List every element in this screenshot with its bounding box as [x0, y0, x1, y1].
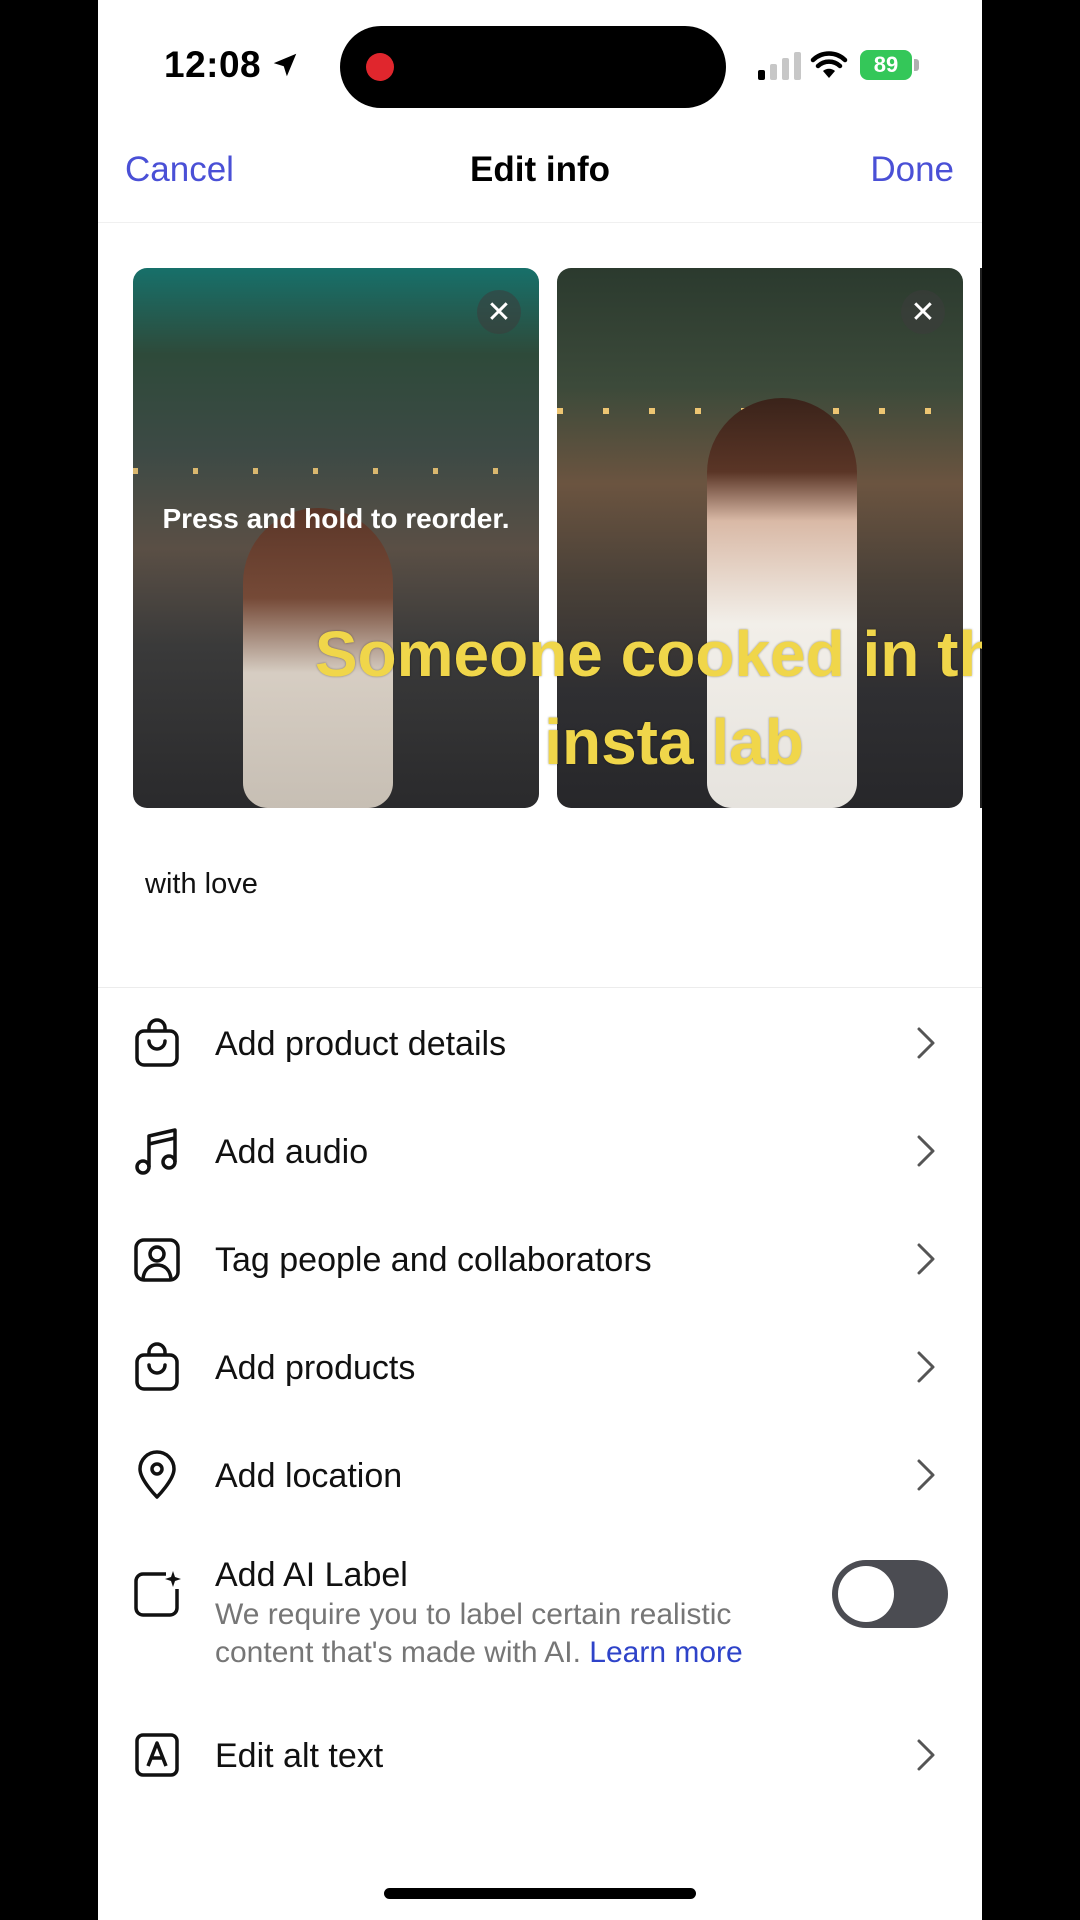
ai-label-description: We require you to label certain realisti…	[215, 1596, 755, 1672]
done-button[interactable]: Done	[870, 150, 954, 190]
wifi-icon	[810, 51, 848, 78]
alt-text-icon	[135, 1733, 179, 1777]
remove-media-button[interactable]: ✕	[477, 290, 521, 334]
shopping-bag-icon	[135, 1342, 179, 1391]
toggle-knob	[838, 1566, 894, 1622]
chevron-right-icon	[917, 1459, 935, 1491]
edit-info-screen: 12:08 89 Edit info Cancel Done ✕ Press a…	[98, 0, 982, 1920]
location-pin-icon	[138, 1450, 176, 1499]
battery-cap	[914, 59, 919, 71]
tag-people-row[interactable]: Tag people and collaborators	[98, 1209, 982, 1309]
ai-label-title: Add AI Label	[215, 1556, 408, 1594]
ai-label-toggle[interactable]	[832, 1560, 948, 1628]
video-text-overlay: Someone cooked in the insta lab	[314, 618, 982, 778]
row-label: Add audio	[215, 1133, 369, 1171]
string-lights	[133, 468, 539, 474]
shopping-bag-icon	[135, 1018, 179, 1067]
chevron-right-icon	[917, 1243, 935, 1275]
status-time: 12:08	[164, 44, 262, 85]
row-label: Edit alt text	[215, 1737, 384, 1775]
add-product-details-row[interactable]: Add product details	[98, 993, 982, 1093]
caption-divider	[98, 987, 982, 988]
row-label: Add location	[215, 1457, 403, 1495]
battery-indicator: 89	[860, 50, 912, 80]
nav-header: Edit info Cancel Done	[98, 130, 982, 222]
row-label: Tag people and collaborators	[215, 1241, 652, 1279]
add-audio-row[interactable]: Add audio	[98, 1101, 982, 1201]
recording-dot-icon	[366, 53, 394, 81]
tag-person-icon	[134, 1238, 180, 1282]
home-indicator	[384, 1888, 696, 1899]
remove-media-button[interactable]: ✕	[901, 290, 945, 334]
chevron-right-icon	[917, 1027, 935, 1059]
add-products-row[interactable]: Add products	[98, 1317, 982, 1417]
learn-more-link[interactable]: Learn more	[589, 1636, 742, 1669]
add-location-row[interactable]: Add location	[98, 1425, 982, 1525]
cancel-button[interactable]: Cancel	[125, 150, 234, 190]
row-label: Add product details	[215, 1025, 507, 1063]
dynamic-island	[340, 26, 726, 108]
ai-sparkle-icon	[134, 1571, 181, 1617]
edit-alt-text-row[interactable]: Edit alt text	[98, 1705, 982, 1805]
caption-text[interactable]: with love	[145, 868, 258, 901]
chevron-right-icon	[917, 1135, 935, 1167]
status-bar: 12:08 89	[98, 0, 982, 130]
cellular-signal-icon	[758, 52, 801, 80]
music-note-icon	[135, 1128, 177, 1175]
chevron-right-icon	[917, 1739, 935, 1771]
chevron-right-icon	[917, 1351, 935, 1383]
reorder-hint: Press and hold to reorder.	[162, 503, 510, 534]
row-label: Add products	[215, 1349, 416, 1387]
location-arrow-icon	[273, 53, 297, 77]
header-divider	[98, 222, 982, 223]
